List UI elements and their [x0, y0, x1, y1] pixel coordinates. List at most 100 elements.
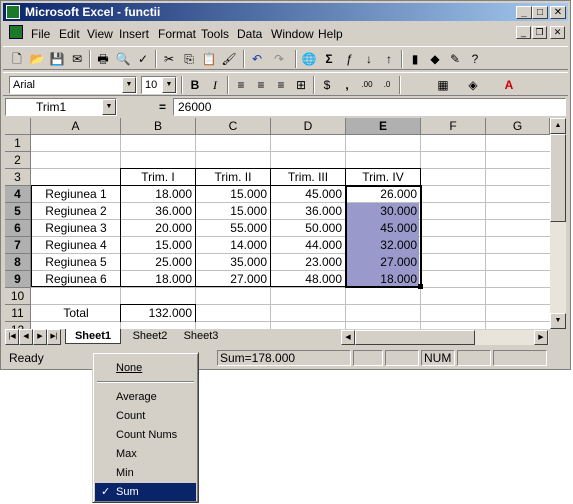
menu-item-count-nums[interactable]: Count Nums — [95, 426, 196, 444]
minimize-button[interactable]: _ — [516, 6, 532, 19]
cell-a7[interactable]: Regiunea 4 — [32, 237, 120, 254]
doc-close-button[interactable]: ✕ — [550, 26, 565, 39]
row-header[interactable]: 12 — [5, 322, 31, 329]
currency-icon[interactable]: $ — [319, 77, 335, 93]
cell-e5[interactable]: 30.000 — [346, 203, 420, 220]
cell-b7[interactable]: 15.000 — [121, 237, 195, 254]
decrease-decimal-icon[interactable]: .0 — [379, 77, 395, 93]
menu-insert[interactable]: Insert — [119, 27, 149, 41]
cell-c8[interactable]: 35.000 — [196, 254, 270, 271]
cell-c6[interactable]: 55.000 — [196, 220, 270, 237]
menu-view[interactable]: View — [87, 27, 113, 41]
undo-icon[interactable]: ↶ — [249, 51, 265, 67]
cell-c3[interactable]: Trim. II — [196, 169, 270, 186]
cell-b8[interactable]: 25.000 — [121, 254, 195, 271]
help-icon[interactable]: ? — [467, 51, 483, 67]
row-header[interactable]: 5 — [5, 203, 31, 220]
align-left-icon[interactable]: ≡ — [233, 77, 249, 93]
scroll-down-icon[interactable]: ▼ — [550, 313, 566, 329]
vertical-scrollbar[interactable]: ▲ ▼ — [550, 118, 566, 329]
cell-b6[interactable]: 20.000 — [121, 220, 195, 237]
new-icon[interactable]: 🗋 — [9, 51, 25, 67]
fill-color-icon[interactable]: ◈ — [465, 77, 481, 93]
align-right-icon[interactable]: ≡ — [273, 77, 289, 93]
autosum-icon[interactable]: Σ — [321, 51, 337, 67]
workbook-icon[interactable] — [9, 25, 23, 39]
merge-center-icon[interactable]: ⊞ — [293, 77, 309, 93]
print-preview-icon[interactable]: 🔍 — [115, 51, 131, 67]
row-header[interactable]: 8 — [5, 254, 31, 271]
cell-a9[interactable]: Regiunea 6 — [32, 271, 120, 288]
cell-d6[interactable]: 50.000 — [271, 220, 345, 237]
cell-e4[interactable]: 26.000 — [346, 186, 420, 203]
column-header-d[interactable]: D — [271, 118, 346, 135]
h-scroll-thumb[interactable] — [355, 330, 475, 345]
cell-d5[interactable]: 36.000 — [271, 203, 345, 220]
last-sheet-icon[interactable]: ▶| — [47, 329, 61, 345]
bold-icon[interactable]: B — [187, 77, 203, 93]
worksheet-grid[interactable]: A B C D E F G 1 2 3 4 5 6 7 8 9 10 11 12 — [5, 118, 550, 329]
column-header-f[interactable]: F — [421, 118, 486, 135]
sort-ascending-icon[interactable]: ↓ — [361, 51, 377, 67]
paste-function-icon[interactable]: ƒ — [341, 51, 357, 67]
scroll-thumb[interactable] — [550, 134, 566, 222]
row-header[interactable]: 2 — [5, 152, 31, 169]
horizontal-scrollbar[interactable]: ◀ ▶ — [341, 330, 549, 345]
cell-c5[interactable]: 15.000 — [196, 203, 270, 220]
menu-format[interactable]: Format — [158, 27, 196, 41]
cell-d9[interactable]: 48.000 — [271, 271, 345, 288]
cell-e8[interactable]: 27.000 — [346, 254, 420, 271]
menu-item-none[interactable]: None — [95, 359, 196, 377]
map-icon[interactable]: ◆ — [427, 51, 443, 67]
prev-sheet-icon[interactable]: ◀ — [19, 329, 33, 345]
print-icon[interactable]: 🖶 — [95, 51, 111, 67]
menu-data[interactable]: Data — [237, 27, 262, 41]
column-header-g[interactable]: G — [486, 118, 550, 135]
save-icon[interactable]: 💾 — [49, 51, 65, 67]
maximize-button[interactable]: □ — [532, 6, 548, 19]
menu-tools[interactable]: Tools — [201, 27, 229, 41]
cell-a4[interactable]: Regiunea 1 — [32, 186, 120, 203]
cell-a11[interactable]: Total — [32, 305, 120, 322]
menu-item-max[interactable]: Max — [95, 445, 196, 463]
cell-b11[interactable]: 132.000 — [121, 305, 195, 322]
doc-restore-button[interactable]: ❐ — [532, 26, 547, 39]
cut-icon[interactable]: ✂ — [161, 51, 177, 67]
cell-d7[interactable]: 44.000 — [271, 237, 345, 254]
row-header[interactable]: 9 — [5, 271, 31, 288]
cell-a6[interactable]: Regiunea 3 — [32, 220, 120, 237]
column-header-e[interactable]: E — [346, 118, 421, 135]
row-header[interactable]: 11 — [5, 305, 31, 322]
chevron-down-icon[interactable]: ▼ — [162, 77, 176, 93]
tab-sheet1[interactable]: Sheet1 — [65, 329, 121, 344]
menu-help[interactable]: Help — [318, 27, 343, 41]
first-sheet-icon[interactable]: |◀ — [5, 329, 19, 345]
status-sum[interactable]: Sum=178.000 — [217, 350, 351, 366]
select-all-corner[interactable] — [5, 118, 31, 135]
tab-sheet2[interactable]: Sheet2 — [125, 329, 175, 344]
cell-b4[interactable]: 18.000 — [121, 186, 195, 203]
cell-b5[interactable]: 36.000 — [121, 203, 195, 220]
cell-e6[interactable]: 45.000 — [346, 220, 420, 237]
borders-icon[interactable]: ▦ — [435, 77, 451, 93]
name-box[interactable]: Trim1 ▼ — [5, 98, 117, 116]
open-icon[interactable]: 📂 — [29, 51, 45, 67]
copy-icon[interactable]: ⎘ — [181, 51, 197, 67]
scroll-up-icon[interactable]: ▲ — [550, 118, 566, 134]
spelling-icon[interactable]: ✓ — [135, 51, 151, 67]
sort-descending-icon[interactable]: ↑ — [381, 51, 397, 67]
font-size-combo[interactable]: 10 ▼ — [141, 76, 177, 94]
font-color-icon[interactable]: A — [501, 77, 517, 93]
cell-b3[interactable]: Trim. I — [121, 169, 195, 186]
tab-sheet3[interactable]: Sheet3 — [177, 329, 225, 344]
cell-e9[interactable]: 18.000 — [346, 271, 420, 288]
comma-style-icon[interactable]: , — [339, 77, 355, 93]
row-header[interactable]: 7 — [5, 237, 31, 254]
close-button[interactable]: ✕ — [550, 6, 566, 19]
italic-icon[interactable]: I — [207, 77, 223, 93]
row-header[interactable]: 1 — [5, 135, 31, 152]
cell-e7[interactable]: 32.000 — [346, 237, 420, 254]
row-header[interactable]: 10 — [5, 288, 31, 305]
paste-icon[interactable]: 📋 — [201, 51, 217, 67]
redo-icon[interactable]: ↷ — [271, 51, 287, 67]
